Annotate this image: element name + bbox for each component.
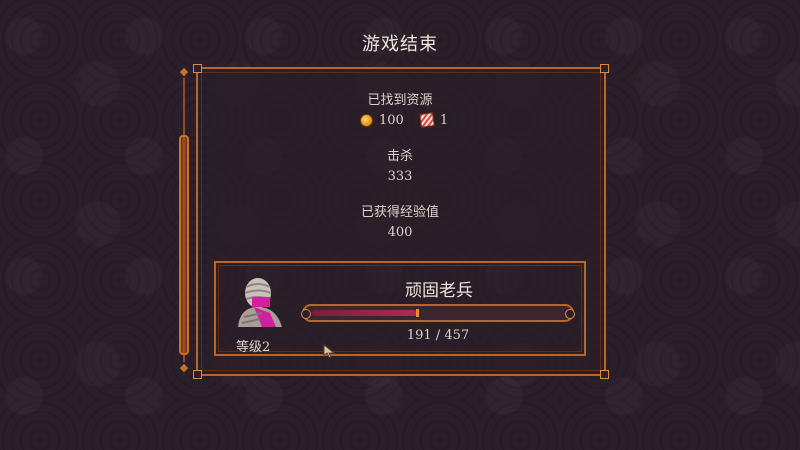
- panel-corner-ornament-icon: [600, 370, 609, 379]
- panel-corner-ornament-icon: [600, 64, 609, 73]
- resources-row: 100 1: [360, 112, 448, 128]
- mouse-cursor-icon: [323, 344, 336, 358]
- panel-corner-ornament-icon: [193, 64, 202, 73]
- hero-level-label: 等级2: [236, 340, 271, 355]
- hero-portrait-mummy-icon: [238, 278, 282, 327]
- experience-gained-value: 400: [387, 225, 413, 240]
- scrollbar-bottom-ornament-icon: ◆: [179, 361, 189, 374]
- screen-title: 游戏结束: [362, 34, 438, 55]
- kills-value: 333: [387, 169, 413, 184]
- scrollbar-top-ornament-icon: ◆: [179, 65, 189, 78]
- kills-label: 击杀: [386, 149, 413, 164]
- hero-name: 顽固老兵: [405, 281, 473, 301]
- xp-progress-edge: [416, 309, 419, 317]
- panel-corner-ornament-icon: [193, 370, 202, 379]
- item-value: 1: [439, 112, 449, 128]
- xp-progress-fill: [312, 309, 419, 317]
- gold-coin-icon: [360, 113, 373, 127]
- xp-progress-text: 191 / 457: [406, 328, 470, 343]
- resources-found-label: 已找到资源: [367, 93, 433, 108]
- experience-gained-label: 已获得经验值: [360, 205, 439, 220]
- scrollbar-thumb[interactable]: [179, 135, 189, 355]
- gold-value: 100: [379, 112, 404, 128]
- striped-chest-icon: [418, 112, 435, 128]
- xp-progress-bar: [301, 304, 575, 322]
